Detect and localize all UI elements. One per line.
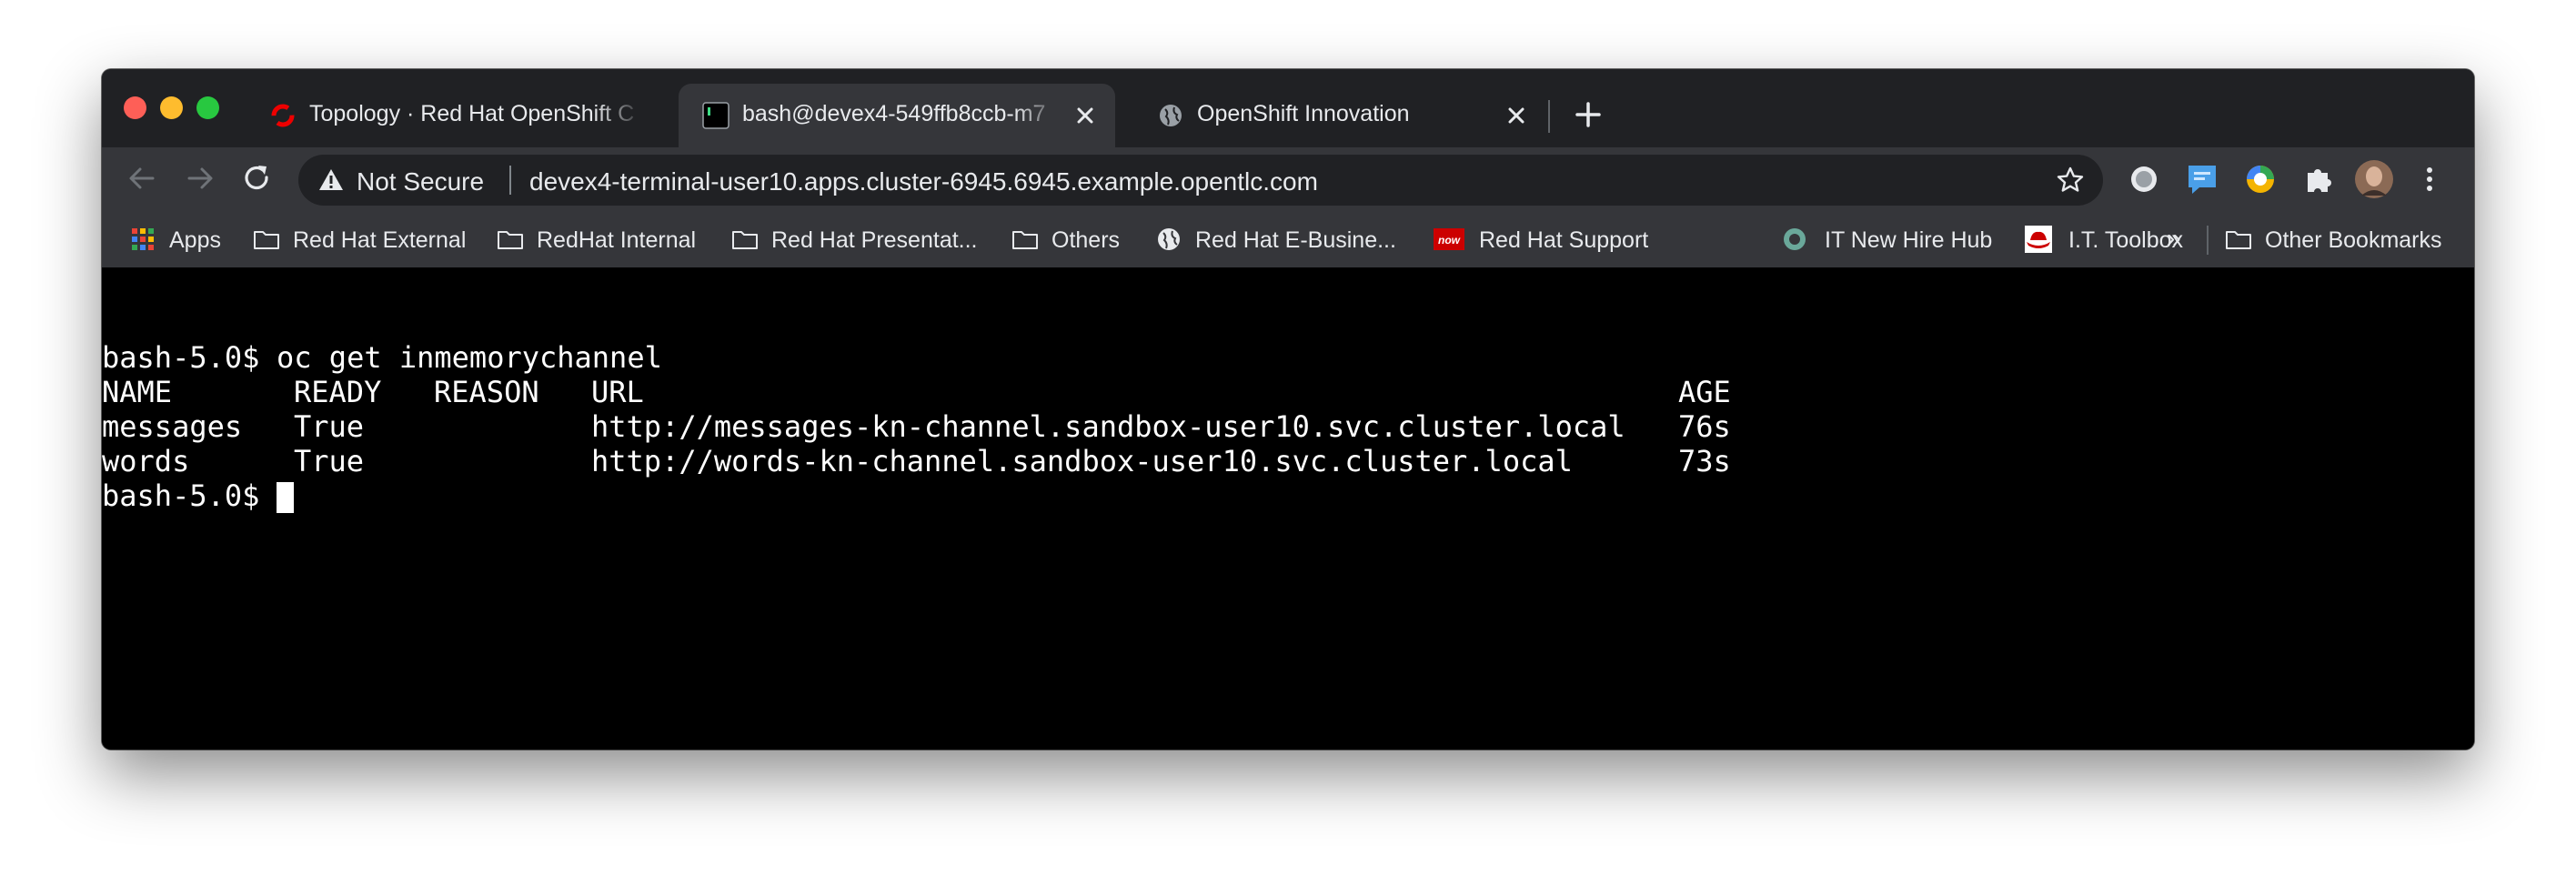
new-tab-icon[interactable] bbox=[1568, 95, 1608, 135]
other-bookmarks-label: Other Bookmarks bbox=[2265, 227, 2442, 253]
address-divider bbox=[509, 166, 511, 195]
openshift-icon bbox=[271, 104, 295, 127]
close-tab-icon[interactable] bbox=[1503, 102, 1530, 129]
bookmark-label: Red Hat E-Busine... bbox=[1195, 227, 1396, 253]
reload-icon[interactable] bbox=[238, 160, 275, 196]
bookmark-label: IT New Hire Hub bbox=[1825, 227, 1993, 253]
apps-grid-icon bbox=[132, 228, 154, 250]
header-url: URL bbox=[591, 375, 644, 409]
bookmarks-divider bbox=[2207, 226, 2209, 255]
table-header-row: NAME READY REASON URL AGE bbox=[102, 375, 1731, 409]
globe-icon bbox=[1160, 105, 1182, 126]
profile-avatar-icon[interactable] bbox=[2354, 159, 2394, 199]
browser-window: Topology · Red Hat OpenShift C bash@deve… bbox=[102, 69, 2474, 750]
forward-icon[interactable] bbox=[182, 160, 218, 196]
not-secure-warning-icon[interactable] bbox=[318, 167, 344, 193]
bookmark-label: Red Hat External bbox=[293, 227, 467, 253]
header-name: NAME bbox=[102, 375, 173, 409]
extensions-puzzle-icon[interactable] bbox=[2301, 162, 2336, 196]
address-bar[interactable]: Not Secure devex4-terminal-user10.apps.c… bbox=[298, 155, 2103, 206]
prompt: bash-5.0$ bbox=[102, 478, 260, 513]
cell-name: messages bbox=[102, 409, 243, 444]
header-age: AGE bbox=[1678, 375, 1731, 409]
security-label[interactable]: Not Secure bbox=[357, 167, 484, 196]
terminal-output[interactable]: bash-5.0$ oc get inmemorychannel NAME RE… bbox=[102, 267, 2474, 750]
extension-record-icon[interactable] bbox=[2127, 162, 2161, 196]
bookmark-label: Apps bbox=[169, 227, 221, 253]
url-text[interactable]: devex4-terminal-user10.apps.cluster-6945… bbox=[529, 167, 1318, 196]
header-ready: READY bbox=[294, 375, 382, 409]
cell-url: http://words-kn-channel.sandbox-user10.s… bbox=[591, 444, 1573, 478]
close-window-button[interactable] bbox=[124, 96, 146, 119]
bookmark-star-icon[interactable] bbox=[2056, 166, 2085, 195]
command-line: bash-5.0$ oc get inmemorychannel bbox=[102, 340, 662, 375]
back-icon[interactable] bbox=[124, 160, 160, 196]
cell-url: http://messages-kn-channel.sandbox-user1… bbox=[591, 409, 1625, 444]
bookmarks-bar: Apps Red Hat External RedHat Internal Re… bbox=[102, 211, 2474, 267]
tab-title: OpenShift Innovation bbox=[1197, 101, 1410, 126]
close-tab-icon[interactable] bbox=[1072, 102, 1099, 129]
bookmark-label: Others bbox=[1052, 227, 1121, 253]
tab-openshift-innovation[interactable]: OpenShift Innovation bbox=[1133, 84, 1545, 147]
bookmarks-overflow-button[interactable]: » bbox=[2167, 224, 2181, 253]
folder-icon bbox=[498, 231, 523, 249]
cell-ready: True bbox=[294, 409, 365, 444]
globe-icon bbox=[1158, 228, 1180, 250]
command-text: oc get inmemorychannel bbox=[277, 340, 662, 375]
cell-age: 76s bbox=[1678, 409, 1731, 444]
table-row: words True http://words-kn-channel.sandb… bbox=[102, 444, 1731, 478]
bookmark-label: Red Hat Support bbox=[1479, 227, 1649, 253]
tab-title: Topology · Red Hat OpenShift C bbox=[309, 101, 635, 126]
cell-ready: True bbox=[294, 444, 365, 478]
cell-name: words bbox=[102, 444, 190, 478]
folder-icon bbox=[254, 231, 279, 249]
minimize-window-button[interactable] bbox=[160, 96, 183, 119]
extension-color-picker-icon[interactable] bbox=[2243, 162, 2278, 196]
folder-icon bbox=[1012, 231, 1038, 249]
prompt-line: bash-5.0$ bbox=[102, 478, 294, 513]
terminal-icon bbox=[702, 102, 730, 129]
more-menu-icon[interactable] bbox=[2412, 162, 2447, 196]
folder-icon bbox=[2226, 231, 2251, 249]
hub-icon bbox=[1784, 228, 1806, 250]
tab-title: bash@devex4-549ffb8ccb-m7 bbox=[742, 101, 1046, 126]
tab-terminal[interactable]: bash@devex4-549ffb8ccb-m7 bbox=[679, 84, 1115, 147]
bookmark-label: RedHat Internal bbox=[537, 227, 697, 253]
tab-divider bbox=[1548, 100, 1550, 133]
cell-age: 73s bbox=[1678, 444, 1731, 478]
servicenow-icon: now bbox=[1434, 228, 1464, 250]
navigation-toolbar: Not Secure devex4-terminal-user10.apps.c… bbox=[102, 147, 2474, 211]
header-reason: REASON bbox=[434, 375, 539, 409]
folder-icon bbox=[732, 231, 758, 249]
prompt: bash-5.0$ bbox=[102, 340, 260, 375]
servicenow-icon-text: now bbox=[1438, 234, 1461, 247]
terminal-cursor bbox=[277, 482, 294, 513]
maximize-window-button[interactable] bbox=[196, 96, 219, 119]
table-row: messages True http://messages-kn-channel… bbox=[102, 409, 1731, 444]
tab-strip: Topology · Red Hat OpenShift C bash@deve… bbox=[102, 69, 2474, 147]
bookmark-label: Red Hat Presentat... bbox=[771, 227, 978, 253]
redhat-shadowman-icon bbox=[2025, 226, 2052, 253]
extension-walkme-icon[interactable] bbox=[2185, 162, 2219, 196]
